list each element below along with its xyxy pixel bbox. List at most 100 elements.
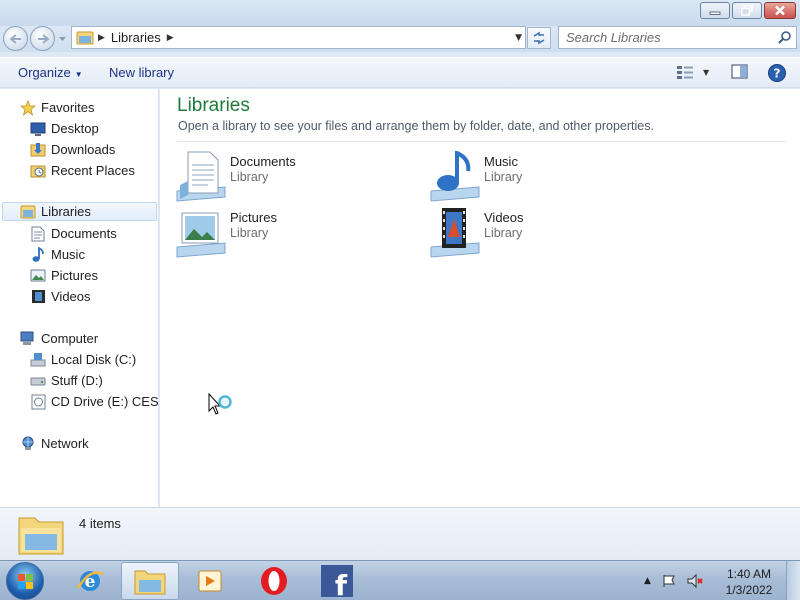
action-center-icon[interactable] bbox=[661, 573, 677, 589]
library-pictures[interactable]: Pictures Library bbox=[176, 207, 416, 259]
minimize-icon bbox=[709, 11, 721, 15]
details-pane: 4 items bbox=[0, 507, 800, 560]
breadcrumb-libraries[interactable]: Libraries bbox=[111, 30, 161, 45]
documents-icon bbox=[30, 226, 46, 242]
search-icon[interactable] bbox=[777, 30, 792, 45]
taskbar-facebook[interactable]: f bbox=[308, 562, 366, 600]
breadcrumb-separator-icon[interactable]: ▶ bbox=[98, 33, 105, 43]
window-controls bbox=[700, 2, 796, 19]
nav-libraries-label: Libraries bbox=[41, 204, 91, 219]
command-bar: Organize ▼ New library ▼ ? bbox=[0, 57, 800, 88]
organize-button[interactable]: Organize ▼ bbox=[18, 65, 83, 80]
page-title: Libraries bbox=[177, 95, 250, 116]
minimize-button[interactable] bbox=[700, 2, 730, 19]
file-list-pane: Libraries Open a library to see your fil… bbox=[160, 89, 800, 507]
nav-documents[interactable]: Documents bbox=[30, 224, 117, 243]
back-button[interactable] bbox=[3, 26, 28, 51]
library-music[interactable]: Music Library bbox=[430, 151, 670, 203]
restore-button[interactable] bbox=[732, 2, 762, 19]
start-button[interactable] bbox=[6, 562, 44, 600]
hard-drive-icon bbox=[30, 373, 46, 389]
new-library-button[interactable]: New library bbox=[109, 65, 174, 80]
view-options-dropdown-icon[interactable]: ▼ bbox=[703, 68, 709, 77]
windows-logo-icon bbox=[18, 574, 33, 589]
item-count: 4 items bbox=[79, 516, 121, 531]
change-view-icon[interactable] bbox=[676, 65, 694, 81]
taskbar-internet-explorer[interactable]: e bbox=[61, 562, 119, 600]
nav-favorites-label: Favorites bbox=[41, 100, 95, 115]
search-input[interactable] bbox=[559, 27, 769, 48]
nav-computer-label: Computer bbox=[41, 331, 99, 346]
svg-text:f: f bbox=[335, 569, 348, 597]
pictures-icon bbox=[30, 268, 46, 284]
taskbar-media-player[interactable] bbox=[181, 562, 239, 600]
downloads-folder-icon bbox=[30, 142, 46, 158]
library-documents[interactable]: Documents Library bbox=[176, 151, 416, 203]
navigation-bar: ▶ Libraries ▶ ▼ bbox=[0, 26, 800, 52]
nav-libraries[interactable]: Libraries bbox=[2, 202, 157, 221]
nav-stuff-d[interactable]: Stuff (D:) bbox=[30, 371, 103, 390]
refresh-icon bbox=[533, 31, 545, 45]
nav-cd-drive-e-label: CD Drive (E:) CES_X6 bbox=[51, 394, 159, 409]
nav-music-label: Music bbox=[51, 247, 85, 262]
libraries-folder-icon bbox=[18, 517, 64, 555]
refresh-button[interactable] bbox=[527, 27, 551, 49]
library-name: Documents bbox=[230, 154, 296, 169]
recent-places-icon bbox=[30, 163, 46, 179]
nav-desktop[interactable]: Desktop bbox=[30, 119, 99, 138]
library-name: Pictures bbox=[230, 210, 277, 225]
help-icon[interactable]: ? bbox=[767, 63, 787, 83]
recent-pages-dropdown-icon[interactable] bbox=[58, 34, 67, 43]
nav-documents-label: Documents bbox=[51, 226, 117, 241]
opera-icon bbox=[261, 567, 287, 595]
documents-library-icon bbox=[176, 151, 226, 202]
title-bar bbox=[0, 0, 800, 26]
nav-local-disk-c-label: Local Disk (C:) bbox=[51, 352, 137, 367]
restore-icon bbox=[741, 5, 753, 16]
navigation-pane: Favorites Desktop Downloads Recent Place… bbox=[0, 89, 159, 507]
speaker-muted-icon[interactable] bbox=[687, 573, 703, 589]
nav-network[interactable]: Network bbox=[20, 434, 89, 453]
organize-label: Organize bbox=[18, 65, 71, 80]
chevron-down-icon: ▼ bbox=[74, 70, 83, 79]
nav-recent-places[interactable]: Recent Places bbox=[30, 161, 135, 180]
computer-icon bbox=[20, 331, 36, 347]
nav-music[interactable]: Music bbox=[30, 245, 85, 264]
back-arrow-icon bbox=[9, 33, 21, 44]
libraries-folder-icon bbox=[20, 204, 36, 220]
show-desktop-button[interactable] bbox=[786, 561, 800, 600]
address-history-dropdown-icon[interactable]: ▼ bbox=[515, 33, 522, 43]
breadcrumb-separator-icon[interactable]: ▶ bbox=[167, 33, 174, 43]
nav-videos[interactable]: Videos bbox=[30, 287, 91, 306]
music-library-icon bbox=[430, 151, 480, 202]
music-note-icon bbox=[30, 246, 46, 263]
nav-local-disk-c[interactable]: Local Disk (C:) bbox=[30, 350, 136, 369]
svg-text:?: ? bbox=[774, 67, 781, 81]
libraries-folder-icon bbox=[76, 31, 94, 45]
close-icon bbox=[775, 5, 785, 16]
taskbar-opera[interactable] bbox=[245, 562, 303, 600]
nav-network-label: Network bbox=[41, 436, 89, 451]
nav-cd-drive-e[interactable]: CD Drive (E:) CES_X6 bbox=[30, 392, 159, 411]
taskbar-windows-explorer[interactable] bbox=[121, 562, 179, 600]
close-button[interactable] bbox=[764, 2, 796, 19]
forward-button[interactable] bbox=[30, 26, 55, 51]
desktop-icon bbox=[30, 121, 46, 137]
clock[interactable]: 1:40 AM 1/3/2022 bbox=[716, 566, 782, 598]
nav-pictures[interactable]: Pictures bbox=[30, 266, 98, 285]
address-bar[interactable]: ▶ Libraries ▶ ▼ bbox=[71, 26, 526, 49]
search-box[interactable] bbox=[558, 26, 797, 49]
preview-pane-icon[interactable] bbox=[731, 64, 749, 80]
library-videos[interactable]: Videos Library bbox=[430, 207, 670, 259]
show-hidden-icons-icon[interactable]: ▲ bbox=[644, 576, 651, 586]
busy-cursor-icon bbox=[208, 393, 232, 415]
library-kind: Library bbox=[230, 226, 269, 240]
page-subtitle: Open a library to see your files and arr… bbox=[178, 119, 654, 133]
cd-drive-icon bbox=[30, 394, 46, 410]
nav-favorites[interactable]: Favorites bbox=[20, 98, 94, 117]
windows-explorer-icon bbox=[134, 570, 166, 595]
library-name: Videos bbox=[484, 210, 524, 225]
nav-computer[interactable]: Computer bbox=[20, 329, 98, 348]
nav-downloads[interactable]: Downloads bbox=[30, 140, 115, 159]
media-player-icon bbox=[198, 570, 222, 592]
